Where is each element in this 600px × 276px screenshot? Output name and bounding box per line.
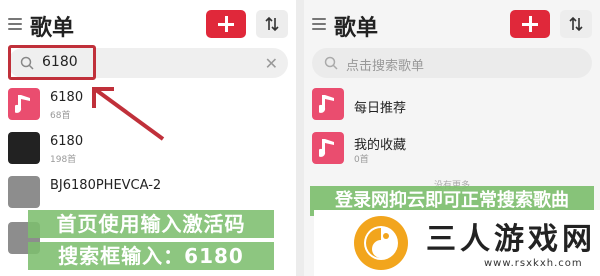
playlist-name: BJ6180PHEVCA-2 [50, 178, 162, 193]
divider [296, 0, 304, 276]
playlist-count: 68首 [50, 111, 71, 121]
playlist-name: 6180 [50, 134, 84, 149]
playlist-name: 每日推荐 [354, 101, 407, 116]
music-note-icon [312, 88, 344, 120]
arrow-icon [92, 87, 165, 141]
playlist-count: 198首 [50, 155, 77, 165]
playlist-name: 我的收藏 [354, 138, 407, 153]
brand-logo-icon [354, 216, 408, 270]
header: 歌单 [312, 8, 592, 41]
cover-image [8, 132, 40, 164]
sort-icon [569, 16, 583, 32]
list-item[interactable]: BJ6180PHEVCA-2 [8, 176, 288, 214]
search-icon [324, 56, 338, 70]
brand-watermark: 三人游戏网 www.rsxkxh.com [314, 210, 600, 276]
cover-image [8, 176, 40, 208]
menu-icon[interactable] [312, 18, 326, 30]
list-item[interactable]: 每日推荐 [312, 88, 592, 126]
sort-button[interactable] [560, 10, 592, 38]
left-screenshot: 歌单 6180 ✕ 6180 68首 6180 198首 BJ6180PHEVC… [0, 0, 296, 276]
page-title: 歌单 [334, 16, 379, 41]
add-playlist-button[interactable] [206, 10, 246, 38]
caption-line-2: 搜索框输入：6180 [28, 242, 274, 270]
list-item[interactable]: 我的收藏 0首 [312, 132, 592, 170]
sort-button[interactable] [256, 10, 288, 38]
header: 歌单 [8, 8, 288, 41]
sort-icon [265, 16, 279, 32]
playlist-name: 6180 [50, 90, 84, 105]
brand-url: www.rsxkxh.com [484, 258, 583, 269]
brand-name: 三人游戏网 [426, 222, 596, 257]
clear-icon[interactable]: ✕ [265, 54, 278, 73]
page-title: 歌单 [30, 16, 75, 41]
search-highlight-box [8, 45, 96, 80]
music-note-icon [8, 88, 40, 120]
search-placeholder: 点击搜索歌单 [346, 59, 425, 74]
music-note-icon [312, 132, 344, 164]
search-input[interactable]: 点击搜索歌单 [312, 48, 592, 78]
caption-line-1: 首页使用输入激活码 [28, 210, 274, 238]
playlist-count: 0首 [354, 155, 369, 165]
add-playlist-button[interactable] [510, 10, 550, 38]
menu-icon[interactable] [8, 18, 22, 30]
